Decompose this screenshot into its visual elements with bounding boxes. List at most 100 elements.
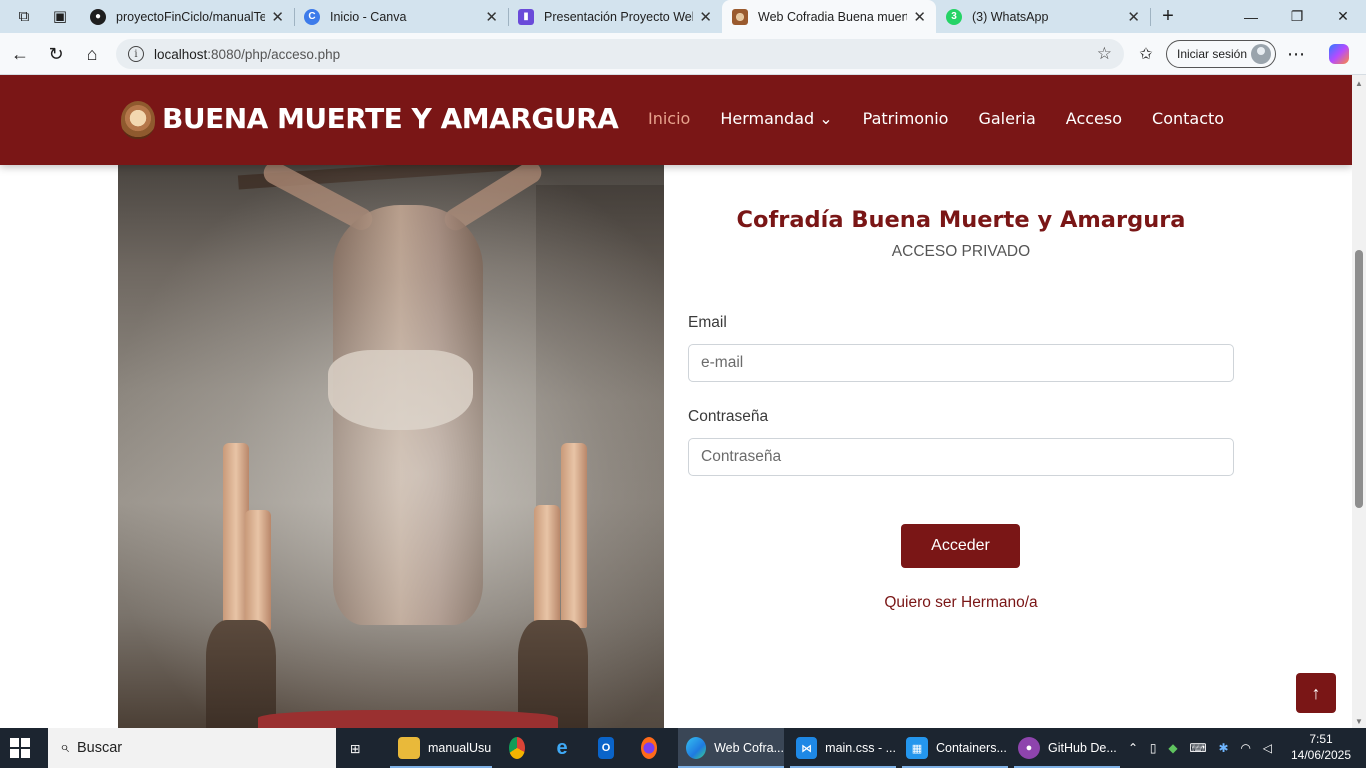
task-view-icon[interactable]: ⊞ bbox=[350, 728, 372, 768]
github-desktop-icon: ● bbox=[1018, 737, 1040, 759]
taskbar-item-docker[interactable]: ▦ Containers... bbox=[902, 728, 1008, 768]
copilot-icon[interactable] bbox=[1325, 41, 1353, 67]
submit-button[interactable]: Acceder bbox=[901, 524, 1020, 568]
taskbar-chrome[interactable] bbox=[509, 728, 533, 768]
system-tray: ⌃ ▯ ◆ ⌨ ✱ ◠ ◁ bbox=[1128, 728, 1278, 768]
site-brand[interactable]: BUENA MUERTE Y AMARGURA bbox=[162, 102, 619, 135]
home-icon[interactable]: ⌂ bbox=[78, 41, 106, 67]
volume-icon[interactable]: ◁ bbox=[1263, 741, 1272, 755]
docker-icon: ▦ bbox=[906, 737, 928, 759]
taskbar-ie[interactable]: e bbox=[554, 728, 578, 768]
vscode-icon: ⋈ bbox=[796, 737, 818, 759]
firefox-icon bbox=[641, 737, 657, 759]
back-to-top-button[interactable]: ↑ bbox=[1296, 673, 1336, 713]
password-label: Contraseña bbox=[688, 408, 769, 425]
nav-hermandad[interactable]: Hermandad ⌄ bbox=[720, 109, 832, 128]
nav-acceso[interactable]: Acceso bbox=[1066, 109, 1122, 128]
login-panel: Cofradía Buena Muerte y Amargura ACCESO … bbox=[688, 165, 1234, 725]
nav-contacto[interactable]: Contacto bbox=[1152, 109, 1224, 128]
workspaces-icon[interactable]: ⧉ bbox=[10, 4, 38, 28]
taskbar-item-github-desktop[interactable]: ● GitHub De... bbox=[1014, 728, 1120, 768]
email-label: Email bbox=[688, 314, 727, 331]
tab-title: (3) WhatsApp bbox=[972, 9, 1049, 24]
tab-whatsapp[interactable]: 3 (3) WhatsApp ✕ bbox=[936, 0, 1150, 33]
join-brotherhood-link[interactable]: Quiero ser Hermano/a bbox=[688, 594, 1234, 612]
close-tab-icon[interactable]: ✕ bbox=[485, 8, 498, 26]
cofradia-icon bbox=[732, 8, 748, 25]
windows-taskbar: ⌕ Buscar ⊞ manualUsu e O Web Cofra... ⋈ … bbox=[0, 728, 1366, 768]
password-field[interactable] bbox=[688, 438, 1234, 476]
slides-icon: ▮ bbox=[518, 8, 534, 25]
site-info-icon[interactable]: i bbox=[128, 46, 144, 62]
taskbar-item-edge[interactable]: Web Cofra... bbox=[678, 728, 784, 768]
scrollbar-thumb[interactable] bbox=[1355, 250, 1363, 508]
usb-icon[interactable]: ▯ bbox=[1150, 741, 1157, 755]
browser-toolbar: ← ↻ ⌂ i localhost:8080/php/acceso.php ☆ … bbox=[0, 33, 1366, 75]
taskbar-item-vscode[interactable]: ⋈ main.css - ... bbox=[790, 728, 896, 768]
keyboard-icon[interactable]: ⌨ bbox=[1189, 741, 1206, 755]
tab-title: Presentación Proyecto Web E bbox=[544, 9, 693, 24]
tab-title: Inicio - Canva bbox=[330, 9, 407, 24]
search-placeholder: Buscar bbox=[76, 740, 123, 756]
wifi-icon[interactable]: ◠ bbox=[1240, 741, 1250, 755]
crucifix-photo bbox=[118, 165, 664, 728]
signin-button[interactable]: Iniciar sesión bbox=[1166, 40, 1276, 68]
browser-tab-strip: ⧉ ▣ ● proyectoFinCiclo/manualTec ✕ C Ini… bbox=[0, 0, 1366, 33]
back-icon[interactable]: ← bbox=[6, 41, 34, 67]
search-icon: ⌕ bbox=[60, 739, 69, 756]
outlook-icon: O bbox=[598, 737, 614, 759]
favorite-star-icon[interactable]: ☆ bbox=[1097, 44, 1112, 64]
shield-icon[interactable]: ◆ bbox=[1168, 741, 1177, 755]
taskbar-firefox[interactable] bbox=[641, 728, 665, 768]
chevron-up-icon[interactable]: ⌃ bbox=[1128, 741, 1138, 755]
address-bar[interactable]: i localhost:8080/php/acceso.php ☆ bbox=[116, 39, 1124, 69]
clock-time: 7:51 bbox=[1309, 732, 1333, 746]
folder-icon bbox=[398, 737, 420, 759]
web-viewport: BUENA MUERTE Y AMARGURA Inicio Hermandad… bbox=[0, 75, 1352, 728]
vertical-tabs-icon[interactable]: ▣ bbox=[46, 4, 74, 28]
main-nav: Inicio Hermandad ⌄ Patrimonio Galeria Ac… bbox=[648, 109, 1254, 128]
tab-cofradia[interactable]: Web Cofradia Buena muerte ✕ bbox=[722, 0, 936, 33]
taskbar-item-explorer[interactable]: manualUsu bbox=[390, 728, 492, 768]
taskbar-clock[interactable]: 7:51 14/06/2025 bbox=[1290, 731, 1352, 763]
ie-icon: e bbox=[556, 736, 568, 759]
login-subtitle: ACCESO PRIVADO bbox=[891, 243, 1031, 260]
canva-icon: C bbox=[304, 8, 320, 25]
favorites-icon[interactable]: ✩ bbox=[1132, 41, 1160, 67]
nav-inicio[interactable]: Inicio bbox=[648, 109, 690, 128]
more-options-icon[interactable]: ⋯ bbox=[1282, 41, 1310, 67]
reload-icon[interactable]: ↻ bbox=[42, 41, 70, 67]
signin-label: Iniciar sesión bbox=[1177, 47, 1248, 61]
tab-title: proyectoFinCiclo/manualTec bbox=[116, 9, 266, 24]
tab-presentation[interactable]: ▮ Presentación Proyecto Web E ✕ bbox=[508, 0, 722, 33]
clock-date: 14/06/2025 bbox=[1290, 748, 1352, 762]
nav-patrimonio[interactable]: Patrimonio bbox=[863, 109, 949, 128]
tab-github-manual[interactable]: ● proyectoFinCiclo/manualTec ✕ bbox=[80, 0, 294, 33]
chrome-icon bbox=[509, 737, 525, 759]
tab-title: Web Cofradia Buena muerte bbox=[758, 9, 908, 24]
new-tab-icon[interactable]: + bbox=[1154, 4, 1182, 28]
email-field[interactable] bbox=[688, 344, 1234, 382]
bluetooth-icon[interactable]: ✱ bbox=[1219, 741, 1229, 755]
close-tab-icon[interactable]: ✕ bbox=[271, 8, 284, 26]
edge-icon bbox=[686, 737, 707, 759]
arrow-up-icon: ↑ bbox=[1311, 682, 1321, 703]
page-scrollbar[interactable]: ▲ ▼ bbox=[1352, 75, 1366, 728]
chevron-down-icon: ⌄ bbox=[819, 109, 833, 128]
close-tab-icon[interactable]: ✕ bbox=[1127, 8, 1140, 26]
taskbar-search[interactable]: ⌕ Buscar bbox=[48, 728, 336, 768]
github-icon: ● bbox=[90, 8, 106, 25]
close-tab-icon[interactable]: ✕ bbox=[699, 8, 712, 26]
close-tab-icon[interactable]: ✕ bbox=[913, 8, 926, 26]
minimize-icon[interactable]: — bbox=[1228, 0, 1274, 33]
close-window-icon[interactable]: ✕ bbox=[1320, 0, 1366, 33]
avatar bbox=[1251, 44, 1271, 64]
cofradia-emblem-icon[interactable] bbox=[121, 101, 155, 139]
nav-galeria[interactable]: Galeria bbox=[978, 109, 1035, 128]
windows-start-icon[interactable] bbox=[10, 738, 30, 758]
tab-canva[interactable]: C Inicio - Canva ✕ bbox=[294, 0, 508, 33]
site-header: BUENA MUERTE Y AMARGURA Inicio Hermandad… bbox=[0, 75, 1352, 165]
url-text: localhost:8080/php/acceso.php bbox=[154, 46, 341, 62]
taskbar-outlook[interactable]: O bbox=[598, 728, 622, 768]
restore-icon[interactable]: ❐ bbox=[1274, 0, 1320, 33]
